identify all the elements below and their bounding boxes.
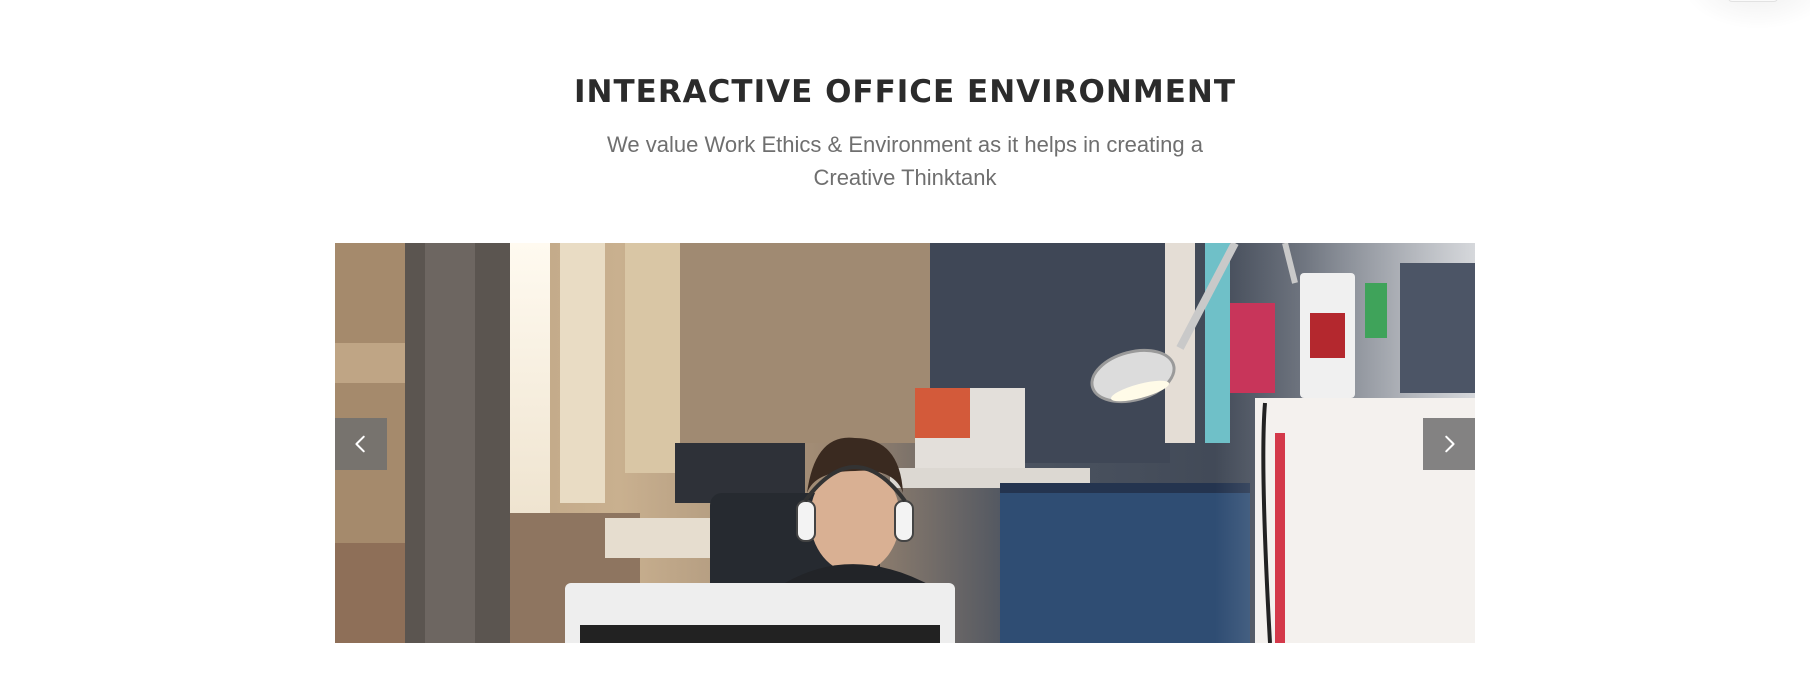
carousel-slide-image	[335, 243, 1475, 643]
image-carousel[interactable]	[335, 243, 1475, 643]
chevron-right-icon	[1445, 435, 1455, 453]
section-subtitle: We value Work Ethics & Environment as it…	[607, 132, 1203, 190]
chevron-left-icon	[355, 435, 365, 453]
carousel-next-button[interactable]	[1423, 418, 1475, 470]
carousel-prev-button[interactable]	[335, 418, 387, 470]
corner-shadow	[1680, 0, 1810, 30]
section-title: INTERACTIVE OFFICE ENVIRONMENT	[574, 74, 1236, 110]
corner-tab[interactable]	[1728, 0, 1778, 2]
page: INTERACTIVE OFFICE ENVIRONMENT We value …	[0, 0, 1810, 677]
